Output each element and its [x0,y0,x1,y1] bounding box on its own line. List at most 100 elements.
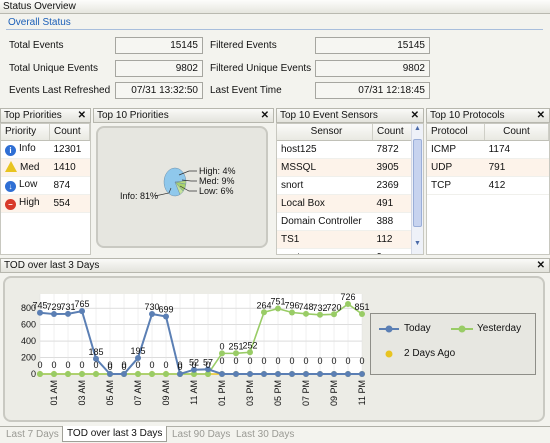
col-sensor[interactable]: Sensor [277,124,373,141]
y-tick-label: 0 [31,369,36,379]
no-entry-icon: – [5,198,16,210]
data-label: 0 [37,360,42,370]
x-tick-label: 11 PM [357,380,367,405]
legend-2days: 2 Days Ago [404,348,456,359]
y-tick-label: 200 [21,353,36,363]
x-tick-label: 03 AM [77,380,87,406]
data-label: 195 [130,346,145,356]
priorities-table: Priority Count i Info 12301 Med 1410 ↓ Low 874… [1,124,90,213]
scroll-down-icon[interactable]: ▼ [413,240,422,252]
data-label: 0 [205,360,210,370]
close-icon[interactable]: ✕ [78,109,86,122]
sensor-count: 2369 [372,176,413,195]
data-label: 0 [233,356,238,366]
col-count[interactable]: Count [372,124,413,141]
data-point [261,371,267,377]
refreshed-label: Events Last Refreshed [9,85,111,96]
protocols-title: Top 10 Protocols [430,110,505,121]
priority-name: Low [19,178,38,190]
table-row[interactable]: TCP 412 [427,176,549,195]
scroll-up-icon[interactable]: ▲ [413,125,422,137]
protocol-name: UDP [427,158,485,177]
table-row[interactable]: Local Box 491 [277,194,413,213]
data-label: 0 [247,356,252,366]
protocol-count: 791 [484,158,549,177]
col-count[interactable]: Count [49,124,90,141]
priority-count: 1410 [49,158,90,177]
sensor-name: Domain Controller [277,212,373,231]
data-label: 0 [135,360,140,370]
data-point [93,371,99,377]
sensors-table-panel: Sensor Count host125 7872 MSSQL 3905 snort 2… [276,123,424,255]
sensor-count: 7872 [372,140,413,159]
data-point [135,371,141,377]
sensor-name: Local Box [277,194,373,213]
filtered-unique-value: 9802 [315,60,430,77]
pie-label-info: Info: 81% [120,191,159,201]
col-protocol[interactable]: Protocol [427,124,486,141]
sensors-scrollbar[interactable]: ▲ ▼ [411,124,423,254]
table-row[interactable]: snort 2369 [277,176,413,195]
top10-priorities-title: Top 10 Priorities [97,110,169,121]
tab-tod-3-days[interactable]: TOD over last 3 Days [62,426,168,442]
tod-header: TOD over last 3 Days ✕ [0,258,550,273]
x-tick-label: 03 PM [245,380,255,406]
x-tick-label: 07 AM [133,380,143,406]
data-label: 0 [345,356,350,366]
table-row[interactable]: ↓ Low 874 [1,176,90,195]
data-label: 0 [51,360,56,370]
tab-last-90-days[interactable]: Last 90 Days [172,429,230,440]
status-overview-title: Status Overview [0,0,550,14]
tab-last-30-days[interactable]: Last 30 Days [236,429,294,440]
data-point [79,371,85,377]
x-tick-label: 05 PM [273,380,283,406]
legend-marker-today [385,325,393,333]
data-label: 0 [79,360,84,370]
scroll-thumb[interactable] [413,139,422,227]
chart-legend: Today Yesterday 2 Days Ago [370,313,536,375]
table-row[interactable]: host125 7872 [277,140,413,159]
close-icon[interactable]: ✕ [261,109,269,122]
data-label: 726 [340,292,355,302]
data-label: 751 [270,297,285,307]
data-label: 252 [242,340,257,350]
x-tick-label: 05 AM [105,380,115,406]
y-tick-label: 400 [21,336,36,346]
table-row[interactable]: Med 1410 [1,158,90,177]
pie-panel: Info: 81% High: 4% Med: 9% Low: 6% [93,123,274,255]
table-row[interactable]: i Info 12301 [1,140,90,159]
filtered-unique-label: Filtered Unique Events [210,63,312,74]
table-row[interactable]: MSSQL 3905 [277,158,413,177]
sensor-name: snort [277,176,373,195]
table-row[interactable]: UDP 791 [427,158,549,177]
data-label: 796 [284,300,299,310]
table-row[interactable]: ICMP 1174 [427,140,549,159]
close-icon[interactable]: ✕ [411,109,419,122]
time-range-tabs: Last 7 Days TOD over last 3 Days Last 90… [0,426,550,443]
data-point [275,371,281,377]
priority-count: 554 [49,194,90,213]
data-label: 0 [149,360,154,370]
table-row[interactable]: TS1 112 [277,230,413,249]
col-count[interactable]: Count [484,124,549,141]
data-label: 720 [326,302,341,312]
protocols-header: Top 10 Protocols ✕ [426,108,550,123]
table-row[interactable]: – High 554 [1,194,90,213]
data-point [233,371,239,377]
priority-count: 874 [49,176,90,195]
x-tick-label: 07 PM [301,380,311,406]
legend-marker-2days [385,350,393,358]
protocol-name: TCP [427,176,485,195]
col-priority[interactable]: Priority [1,124,50,141]
protocols-table-panel: Protocol Count ICMP 1174 UDP 791 TCP 412 [426,123,550,255]
data-label: 851 [354,302,369,312]
close-icon[interactable]: ✕ [537,259,545,272]
tab-last-7-days[interactable]: Last 7 Days [6,429,59,440]
table-row[interactable]: sentry9 [277,248,413,254]
data-point [331,371,337,377]
refreshed-value: 07/31 13:32:50 [115,82,203,99]
priorities-pie-chart [154,167,197,197]
close-icon[interactable]: ✕ [537,109,545,122]
data-label: 731 [60,302,75,312]
table-row[interactable]: Domain Controller 388 [277,212,413,231]
